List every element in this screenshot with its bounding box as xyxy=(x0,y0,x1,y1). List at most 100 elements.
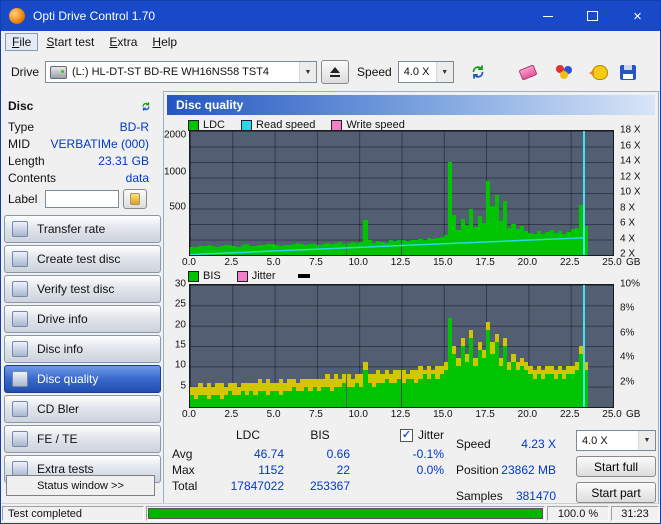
stat-jitter-value: -0.1% xyxy=(412,447,444,461)
create-test-disc-icon xyxy=(12,251,28,267)
save-icon xyxy=(619,64,636,80)
x-tick-label: 7.5 xyxy=(308,257,323,268)
jitter-column-header: Jitter xyxy=(417,428,444,442)
stat-bis-value: 253367 xyxy=(309,479,350,493)
sidebar-item-verify-test-disc[interactable]: Verify test disc xyxy=(4,275,161,303)
sidebar-item-cd-bler[interactable]: CD Bler xyxy=(4,395,161,423)
start-part-button[interactable]: Start part xyxy=(576,482,656,503)
bis-column-header: BIS xyxy=(310,428,330,442)
x-tick-label: 7.5 xyxy=(308,409,323,420)
x-tick-label: 0.0 xyxy=(182,409,196,420)
app-window: Opti Drive Control 1.70 × File Start test… xyxy=(0,0,661,524)
legend-label: Jitter xyxy=(251,270,276,282)
bis-chart xyxy=(189,284,614,408)
y-tick-label: 10 xyxy=(174,359,186,371)
menu-item-extra[interactable]: Extra xyxy=(102,33,144,51)
speed-result-value: 4.23 X xyxy=(521,437,556,451)
stat-row-label: Total xyxy=(172,479,198,493)
bis-y-axis-right: 10% 8% 6% 4% 2% xyxy=(616,279,646,406)
sidebar-item-disc-info[interactable]: Disc info xyxy=(4,335,161,363)
speed-value: 4.0 X xyxy=(403,66,430,78)
y-tick-label: 25 xyxy=(174,298,186,310)
progress-percent: 100.0 % xyxy=(547,506,609,521)
sidebar-item-disc-quality[interactable]: Disc quality xyxy=(4,365,161,393)
stats-row-total: Total 17847022 253367 xyxy=(172,479,448,495)
jitter-checkbox[interactable]: ✓ xyxy=(399,429,413,442)
info-value-type: BD-R xyxy=(119,120,149,134)
menu-item-start-test[interactable]: Start test xyxy=(39,33,101,51)
eject-button[interactable] xyxy=(321,60,350,84)
stat-ldc-value: 1152 xyxy=(258,463,284,477)
legend-swatch-ldc xyxy=(188,119,199,131)
y-tick-label: 8% xyxy=(620,302,635,314)
disc-quality-panel: Disc quality LDC Read speed Write speed 20… xyxy=(163,91,659,504)
y-tick-label: 16 X xyxy=(620,140,641,151)
legend-swatch-read-speed xyxy=(241,119,253,131)
y-tick-label: 18 X xyxy=(620,124,641,136)
x-tick-label: 17.5 xyxy=(475,409,495,420)
stat-bis-value: 22 xyxy=(336,463,350,477)
x-tick-label: 22.5 xyxy=(559,409,580,420)
info-value-contents: data xyxy=(125,171,149,185)
ldc-chart xyxy=(189,130,614,256)
sidebar-item-label: CD Bler xyxy=(37,402,80,416)
maximize-button[interactable] xyxy=(570,1,615,31)
refresh-button[interactable] xyxy=(464,59,492,85)
sidebar-item-create-test-disc[interactable]: Create test disc xyxy=(4,245,161,273)
save-screenshot-button[interactable] xyxy=(614,59,642,85)
legend-swatch-bis xyxy=(188,270,199,282)
window-title: Opti Drive Control 1.70 xyxy=(33,9,156,23)
speed-select[interactable]: 4.0 X ▼ xyxy=(397,61,454,83)
graph-colors-button[interactable] xyxy=(550,59,578,85)
refresh-icon xyxy=(472,65,484,79)
drive-label: Drive xyxy=(11,65,40,79)
info-value-mid: VERBATIMe (000) xyxy=(50,137,149,151)
sidebar-item-drive-info[interactable]: Drive info xyxy=(4,305,161,333)
stat-jitter-value: 0.0% xyxy=(416,463,444,477)
x-tick-label: 10.0 xyxy=(348,257,368,268)
sidebar-item-label: Disc info xyxy=(37,342,84,356)
disc-quality-icon xyxy=(12,371,28,387)
stat-row-label: Max xyxy=(172,463,195,477)
legend-label: BIS xyxy=(203,270,221,282)
y-tick-label: 6% xyxy=(620,327,635,339)
bis-bars xyxy=(190,285,613,407)
info-label-contents: Contents xyxy=(8,171,57,185)
stat-row-label: Avg xyxy=(172,447,193,461)
status-text: Test completed xyxy=(2,506,144,521)
black-dash-marker xyxy=(297,274,310,278)
sidebar-item-fe-te[interactable]: FE / TE xyxy=(4,425,161,453)
x-tick-label: 25.0 xyxy=(602,257,622,268)
refresh-disc-icon xyxy=(142,101,150,111)
panel-title: Disc quality xyxy=(167,95,655,115)
status-bar: Test completed 100.0 % 31:23 xyxy=(1,503,660,523)
erase-disc-button[interactable] xyxy=(514,59,542,85)
start-full-button[interactable]: Start full xyxy=(576,456,656,477)
drive-select[interactable]: (L:) HL-DT-ST BD-RE WH16NS58 TST4 ▼ xyxy=(45,61,318,83)
test-speed-select[interactable]: 4.0 X ▼ xyxy=(576,430,656,451)
bis-x-axis: 0.0 2.5 5.0 7.5 10.0 12.5 15.0 17.5 20.0 22.5 25.0… xyxy=(182,409,640,421)
drive-info-icon xyxy=(12,311,28,327)
check-icon: ✓ xyxy=(401,429,412,441)
minimize-button[interactable] xyxy=(525,1,570,31)
menu-item-file[interactable]: File xyxy=(5,33,39,51)
menu-item-help[interactable]: Help xyxy=(145,33,184,51)
sidebar-item-label: Create test disc xyxy=(37,252,121,266)
title-bar: Opti Drive Control 1.70 × xyxy=(1,1,660,31)
refresh-disc-button[interactable] xyxy=(135,97,157,115)
legend-bis: BIS xyxy=(188,270,221,282)
legend-swatch-jitter xyxy=(236,270,248,282)
x-tick-label: 17.5 xyxy=(475,257,495,268)
status-window-button[interactable]: Status window >> xyxy=(6,475,155,496)
elapsed-time: 31:23 xyxy=(611,506,659,521)
close-button[interactable]: × xyxy=(615,1,660,31)
label-input[interactable] xyxy=(45,190,120,208)
sidebar-item-transfer-rate[interactable]: Transfer rate xyxy=(4,215,161,243)
y-tick-label: 15 xyxy=(174,339,186,351)
advanced-tools-button[interactable] xyxy=(586,59,614,85)
y-tick-label: 30 xyxy=(174,278,186,290)
stats-row-avg: Avg 46.74 0.66 -0.1% xyxy=(172,447,448,463)
transfer-rate-icon xyxy=(12,221,28,237)
label-edit-button[interactable] xyxy=(123,189,148,209)
info-value-length: 23.31 GB xyxy=(98,154,149,168)
